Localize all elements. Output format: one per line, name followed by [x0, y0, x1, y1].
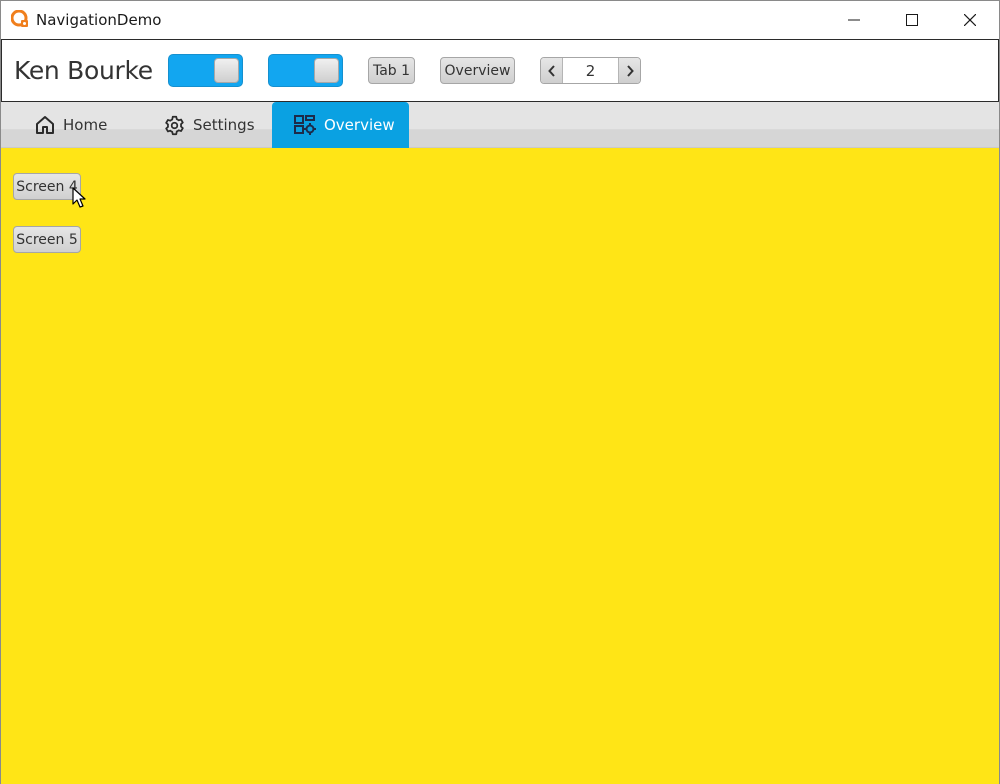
tab-label: Settings — [193, 116, 255, 134]
home-icon — [35, 115, 55, 135]
toggle-switch-1[interactable] — [168, 54, 243, 87]
tab-overview[interactable]: Overview — [272, 102, 409, 148]
tab-bar: Home Settings Overview — [1, 102, 999, 148]
overview-button[interactable]: Overview — [440, 57, 515, 84]
window-title: NavigationDemo — [36, 11, 162, 29]
tab-label: Overview — [324, 116, 395, 134]
next-page-button[interactable] — [618, 58, 640, 83]
dashboard-icon — [294, 115, 316, 135]
previous-page-button[interactable] — [541, 58, 563, 83]
toolbar: Ken Bourke Tab 1 Overview 2 — [1, 39, 999, 102]
toggle-knob[interactable] — [314, 58, 339, 83]
gear-icon — [164, 115, 185, 136]
close-icon — [964, 14, 976, 26]
tab-home[interactable]: Home — [35, 102, 107, 148]
toggle-switch-2[interactable] — [268, 54, 343, 87]
content-area: Screen 4 Screen 5 — [1, 148, 999, 784]
maximize-button[interactable] — [883, 1, 941, 39]
tab-label: Home — [63, 116, 108, 134]
tab-settings[interactable]: Settings — [164, 102, 255, 148]
page-spinner[interactable]: 2 — [540, 57, 641, 84]
screen-4-button[interactable]: Screen 4 — [13, 173, 81, 200]
maximize-icon — [906, 14, 918, 26]
close-button[interactable] — [941, 1, 999, 39]
title-bar[interactable]: NavigationDemo — [1, 1, 999, 39]
chevron-right-icon — [626, 64, 634, 77]
page-number[interactable]: 2 — [563, 58, 618, 83]
tab1-button[interactable]: Tab 1 — [368, 57, 415, 84]
minimize-icon — [848, 19, 860, 21]
chevron-left-icon — [547, 64, 555, 77]
toggle-knob[interactable] — [214, 58, 239, 83]
app-window: NavigationDemo Ken Bourke Tab 1 Overview… — [0, 0, 1000, 784]
user-name: Ken Bourke — [14, 56, 153, 85]
minimize-button[interactable] — [825, 1, 883, 39]
screen-5-button[interactable]: Screen 5 — [13, 226, 81, 253]
app-logo-icon — [11, 10, 28, 27]
